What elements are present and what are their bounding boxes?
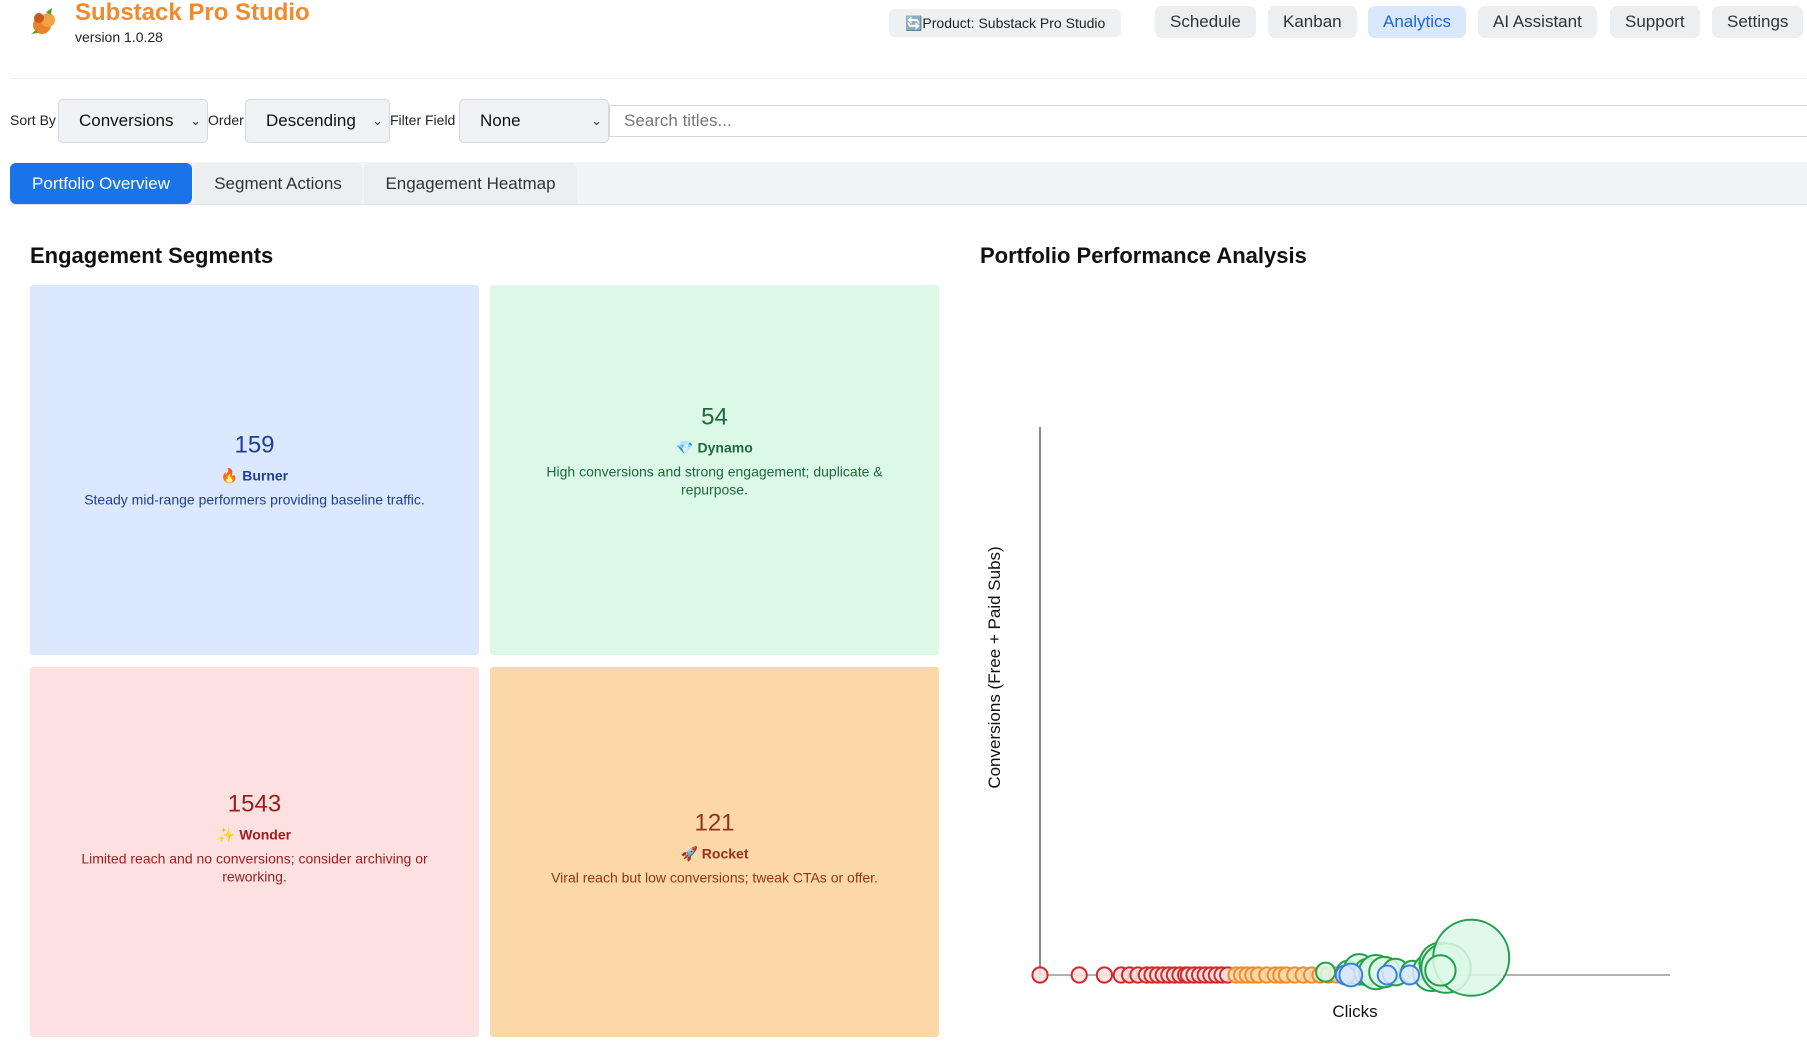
segment-name: 🔥 Burner <box>220 467 289 484</box>
nav-kanban[interactable]: Kanban <box>1268 6 1357 38</box>
tab-engagement-heatmap[interactable]: Engagement Heatmap <box>364 163 577 204</box>
order-label: Order <box>208 112 244 128</box>
scatter-point-wonder[interactable] <box>1031 966 1049 984</box>
scatter-point-burner[interactable] <box>1376 964 1398 986</box>
segment-count: 54 <box>701 403 728 431</box>
chevron-down-icon: ⌄ <box>190 113 201 128</box>
chevron-down-icon: ⌄ <box>591 113 602 128</box>
segment-description: Limited reach and no conversions; consid… <box>81 850 428 885</box>
chart-title: Portfolio Performance Analysis <box>980 243 1307 268</box>
y-axis-title: Conversions (Free + Paid Subs) <box>985 546 1004 788</box>
segment-tile-dynamo[interactable]: 54 💎 Dynamo High conversions and strong … <box>490 285 939 655</box>
filter-field-label: Filter Field <box>390 112 456 128</box>
search-input[interactable]: Search titles... <box>609 105 1807 137</box>
performance-scatter-chart: Clicks Conversions (Free + Paid Subs) <box>985 427 1670 1021</box>
filter-field-value: None <box>480 111 521 130</box>
segments-title: Engagement Segments <box>30 243 274 268</box>
nav-settings[interactable]: Settings <box>1712 6 1804 38</box>
scatter-point-dynamo[interactable] <box>1315 961 1337 983</box>
sort-by-label: Sort By <box>10 112 56 128</box>
sort-by-select[interactable]: Conversions ⌄ <box>58 99 208 143</box>
segment-description: Viral reach but low conversions; tweak C… <box>551 869 878 886</box>
segment-tile-wonder[interactable]: 1543 ✨ Wonder Limited reach and no conve… <box>30 667 479 1037</box>
header-divider <box>10 78 1807 79</box>
app-logo-icon <box>31 8 55 34</box>
scatter-point-burner[interactable] <box>1399 964 1421 986</box>
segment-name: ✨ Wonder <box>217 826 292 843</box>
segment-name: 🚀 Rocket <box>680 845 749 862</box>
scatter-point-wonder[interactable] <box>1095 966 1113 984</box>
segment-tile-rocket[interactable]: 121 🚀 Rocket Viral reach but low convers… <box>490 667 939 1037</box>
app-title: Substack Pro Studio <box>75 0 310 26</box>
segment-count: 159 <box>234 431 275 459</box>
order-select[interactable]: Descending ⌄ <box>245 99 390 143</box>
segment-name: 💎 Dynamo <box>676 439 753 456</box>
filter-field-select[interactable]: None ⌄ <box>459 99 609 143</box>
scatter-point-burner[interactable] <box>1338 962 1364 988</box>
segment-tile-burner[interactable]: 159 🔥 Burner Steady mid-range performers… <box>30 285 479 655</box>
scatter-point-dynamo[interactable] <box>1424 954 1457 987</box>
tab-portfolio-overview[interactable]: Portfolio Overview <box>10 163 192 204</box>
order-value: Descending <box>266 111 356 130</box>
nav-schedule[interactable]: Schedule <box>1155 6 1256 38</box>
tab-segment-actions[interactable]: Segment Actions <box>194 163 362 204</box>
segment-description: Steady mid-range performers providing ba… <box>84 491 425 508</box>
segment-count: 121 <box>694 809 735 837</box>
segment-description: High conversions and strong engagement; … <box>546 463 883 498</box>
sort-by-value: Conversions <box>79 111 174 130</box>
product-selector[interactable]: 🔄Product: Substack Pro Studio <box>889 9 1122 37</box>
nav-ai-assistant[interactable]: AI Assistant <box>1478 6 1597 38</box>
nav-support[interactable]: Support <box>1610 6 1700 38</box>
app-version: version 1.0.28 <box>75 29 163 45</box>
scatter-point-wonder[interactable] <box>1070 966 1088 984</box>
app-header: Substack Pro Studio version 1.0.28 🔄Prod… <box>0 0 1807 78</box>
nav-analytics[interactable]: Analytics <box>1368 6 1467 38</box>
chevron-down-icon: ⌄ <box>372 113 383 128</box>
x-axis-title: Clicks <box>1332 1002 1377 1021</box>
segment-count: 1543 <box>227 790 282 818</box>
